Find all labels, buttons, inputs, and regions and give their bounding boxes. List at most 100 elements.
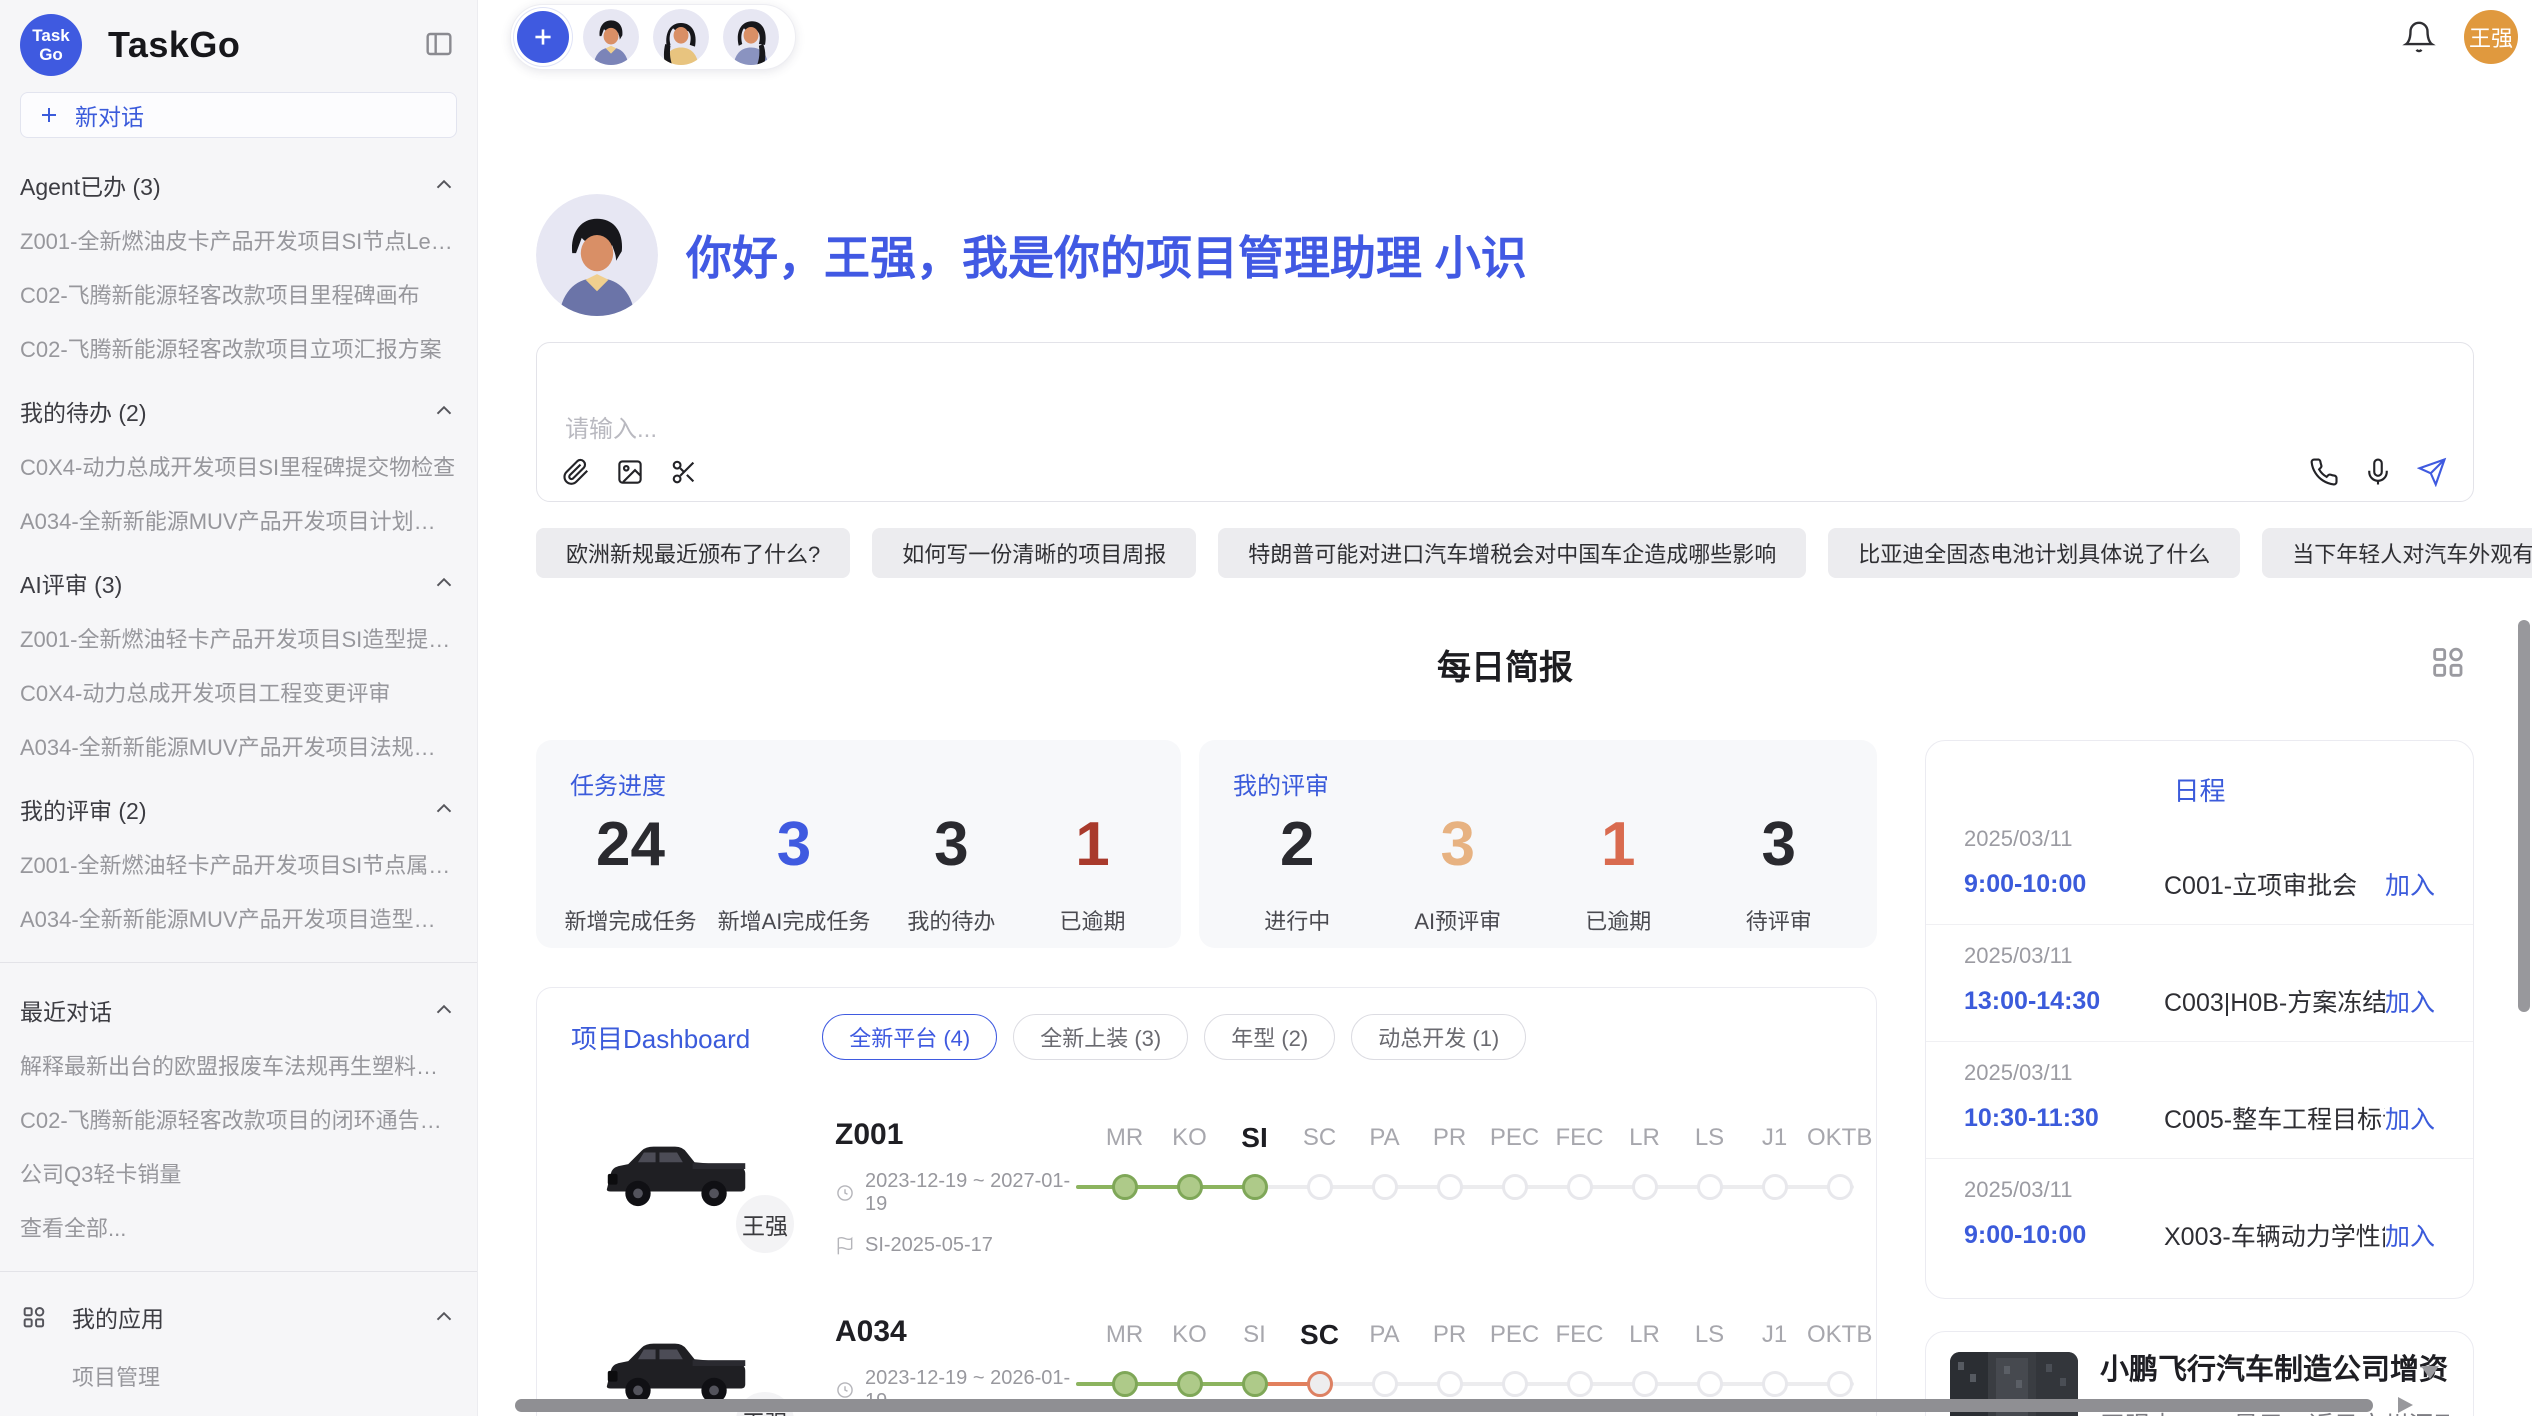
- send-icon[interactable]: [2417, 457, 2447, 487]
- recent-conversation-item[interactable]: 解释最新出台的欧盟报废车法规再生塑料比例被调至15%...: [20, 1049, 457, 1081]
- sidebar-item[interactable]: C0X4-动力总成开发项目工程变更评审: [20, 676, 457, 708]
- sidebar-item[interactable]: Z001-全新燃油轻卡产品开发项目SI节点属性5D文件评审: [20, 848, 457, 880]
- project-owner-badge: 王强: [731, 1190, 799, 1258]
- project-dates: 2023-12-19 ~ 2027-01-19: [835, 1170, 1080, 1216]
- milestone-timeline: MRKOSISCPAPRPECFECLRLSJ1OKTB: [1092, 1118, 1877, 1238]
- milestone-label: SI: [1222, 1315, 1287, 1355]
- microphone-icon[interactable]: [2363, 457, 2393, 487]
- sidebar-item[interactable]: C02-飞腾新能源轻客改款项目立项汇报方案: [20, 332, 457, 364]
- dashboard-tab[interactable]: 动总开发 (1): [1351, 1014, 1526, 1060]
- sidebar-section: Agent已办 (3) Z001-全新燃油皮卡产品开发项目SI节点Lesson L…: [20, 168, 457, 364]
- schedule-event: 2025/03/119:00-10:00C001-立项审批会加入: [1926, 808, 2473, 925]
- see-all-conversations[interactable]: 查看全部...: [20, 1211, 457, 1243]
- notification-bell-icon[interactable]: [2402, 20, 2436, 54]
- event-date: 2025/03/11: [1964, 826, 2435, 852]
- recent-conversation-item[interactable]: 公司Q3轻卡销量: [20, 1157, 457, 1189]
- stat-label: 待评审: [1719, 904, 1839, 936]
- milestone-dot: [1762, 1174, 1788, 1200]
- see-all-schedule-link[interactable]: 查看所有日程: [1926, 1293, 2473, 1299]
- sidebar-item[interactable]: A034-全新新能源MUV产品开发项目计划变更表编写: [20, 504, 457, 536]
- schedule-event: 2025/03/1113:00-14:30C003|H0B-方案冻结评审加入: [1926, 925, 2473, 1042]
- project-row[interactable]: 王强 Z001 2023-12-19 ~ 2027-01-19 SI-2025-05-…: [571, 1118, 1876, 1257]
- assistant-greeting-avatar: [536, 194, 658, 316]
- join-meeting-link[interactable]: 加入: [2385, 1217, 2435, 1253]
- stat-item: 1已逾期: [1558, 809, 1678, 936]
- sidebar-section: 我的评审 (2) Z001-全新燃油轻卡产品开发项目SI节点属性5D文件评审 A03…: [20, 792, 457, 934]
- section-header[interactable]: AI评审 (3): [20, 566, 457, 600]
- milestone-label: KO: [1157, 1315, 1222, 1355]
- vertical-scrollbar[interactable]: [2518, 620, 2530, 1012]
- assistant-avatar-3[interactable]: [723, 9, 779, 65]
- stat-value: 3: [1719, 809, 1839, 880]
- layout-grid-icon[interactable]: [2428, 642, 2468, 682]
- recent-conversations: 最近对话解释最新出台的欧盟报废车法规再生塑料比例被调至15%... C02-飞腾新…: [20, 993, 457, 1243]
- greeting-row: 你好，王强，我是你的项目管理助理 小识: [536, 194, 2474, 316]
- milestone-dot: [1307, 1371, 1333, 1397]
- milestone-label: OKTB: [1807, 1315, 1872, 1355]
- scroll-down-arrow-icon[interactable]: [2421, 1366, 2439, 1379]
- dashboard-tab[interactable]: 年型 (2): [1204, 1014, 1335, 1060]
- dashboard-tab[interactable]: 全新平台 (4): [822, 1014, 997, 1060]
- event-time: 9:00-10:00: [1964, 870, 2164, 899]
- section-header[interactable]: 最近对话: [20, 993, 457, 1027]
- suggestion-chip[interactable]: 当下年轻人对汽车外观有怎样的喜好趋势: [2262, 528, 2532, 578]
- chevron-up-icon: [431, 570, 457, 596]
- milestone-dot: [1177, 1174, 1203, 1200]
- assistant-avatar-1[interactable]: [583, 9, 639, 65]
- chat-input[interactable]: 请输入...: [536, 342, 2474, 502]
- add-assistant-button[interactable]: [517, 11, 569, 63]
- recent-conversation-item[interactable]: C02-飞腾新能源轻客改款项目的闭环通告反馈情况: [20, 1103, 457, 1135]
- suggestion-chip[interactable]: 如何写一份清晰的项目周报: [872, 528, 1196, 578]
- new-chat-button[interactable]: 新对话: [20, 92, 457, 138]
- phone-call-icon[interactable]: [2309, 457, 2339, 487]
- stat-card-title: 我的评审: [1233, 766, 1859, 801]
- project-milestone-date: SI-2025-05-17: [865, 1234, 993, 1257]
- stat-card-title: 任务进度: [570, 766, 1163, 801]
- divider: [0, 962, 477, 963]
- stat-item: 2进行中: [1237, 809, 1357, 936]
- daily-brief-title: 每日简报: [536, 640, 2474, 689]
- sidebar-item[interactable]: A034-全新新能源MUV产品开发项目法规符合性评审: [20, 730, 457, 762]
- sidebar-item[interactable]: Z001-全新燃油轻卡产品开发项目SI造型提交物评审: [20, 622, 457, 654]
- scroll-right-arrow-icon[interactable]: [2398, 1397, 2413, 1413]
- project-flag: SI-2025-05-17: [835, 1234, 1080, 1257]
- horizontal-scrollbar[interactable]: [515, 1399, 2373, 1412]
- suggestion-chip[interactable]: 特朗普可能对进口汽车增税会对中国车企造成哪些影响: [1218, 528, 1806, 578]
- stat-value: 1: [1558, 809, 1678, 880]
- section-header[interactable]: 我的待办 (2): [20, 394, 457, 428]
- suggestion-chip[interactable]: 比亚迪全固态电池计划具体说了什么: [1828, 528, 2240, 578]
- assistant-avatar-2[interactable]: [653, 9, 709, 65]
- project-code: Z001: [835, 1118, 1080, 1152]
- section-title: 我的评审 (2): [20, 792, 147, 826]
- join-meeting-link[interactable]: 加入: [2385, 983, 2435, 1019]
- sidebar-item-my-apps[interactable]: 我的应用: [20, 1300, 457, 1334]
- join-meeting-link[interactable]: 加入: [2385, 866, 2435, 902]
- sidebar-section: AI评审 (3) Z001-全新燃油轻卡产品开发项目SI造型提交物评审 C0X4-动…: [20, 566, 457, 762]
- sidebar-item[interactable]: Z001-全新燃油皮卡产品开发项目SI节点Lesson Learn报告: [20, 224, 457, 256]
- dashboard-tab[interactable]: 全新上装 (3): [1013, 1014, 1188, 1060]
- schedule-event: 2025/03/119:00-10:00X003-车辆动力学性能验...加入: [1926, 1159, 2473, 1275]
- attachment-icon[interactable]: [561, 457, 591, 487]
- sidebar-collapse-icon[interactable]: [423, 28, 455, 60]
- event-name: C003|H0B-方案冻结评审: [2164, 983, 2385, 1019]
- milestone-label: KO: [1157, 1118, 1222, 1158]
- section-header[interactable]: Agent已办 (3): [20, 168, 457, 202]
- sidebar-item[interactable]: C0X4-动力总成开发项目SI里程碑提交物检查: [20, 450, 457, 482]
- suggestion-chips: 欧洲新规最近颁布了什么? 如何写一份清晰的项目周报特朗普可能对进口汽车增税会对中国…: [536, 528, 2474, 578]
- milestone-dot: [1632, 1371, 1658, 1397]
- join-meeting-link[interactable]: 加入: [2385, 1100, 2435, 1136]
- stat-item: 1已逾期: [1032, 809, 1152, 936]
- user-avatar[interactable]: 王强: [2464, 10, 2518, 64]
- screenshot-scissors-icon[interactable]: [669, 457, 699, 487]
- image-upload-icon[interactable]: [615, 457, 645, 487]
- sidebar-item[interactable]: A034-全新新能源MUV产品开发项目造型可行性评审: [20, 902, 457, 934]
- clock-icon: [835, 1380, 855, 1400]
- sidebar-item[interactable]: C02-飞腾新能源轻客改款项目里程碑画布: [20, 278, 457, 310]
- stat-value: 24: [565, 809, 697, 880]
- my-apps-subitem[interactable]: 项目管理: [72, 1360, 457, 1392]
- my-apps-label: 我的应用: [72, 1300, 431, 1334]
- app-title: TaskGo: [108, 24, 240, 66]
- milestone-dot: [1307, 1174, 1333, 1200]
- suggestion-chip[interactable]: 欧洲新规最近颁布了什么?: [536, 528, 850, 578]
- section-header[interactable]: 我的评审 (2): [20, 792, 457, 826]
